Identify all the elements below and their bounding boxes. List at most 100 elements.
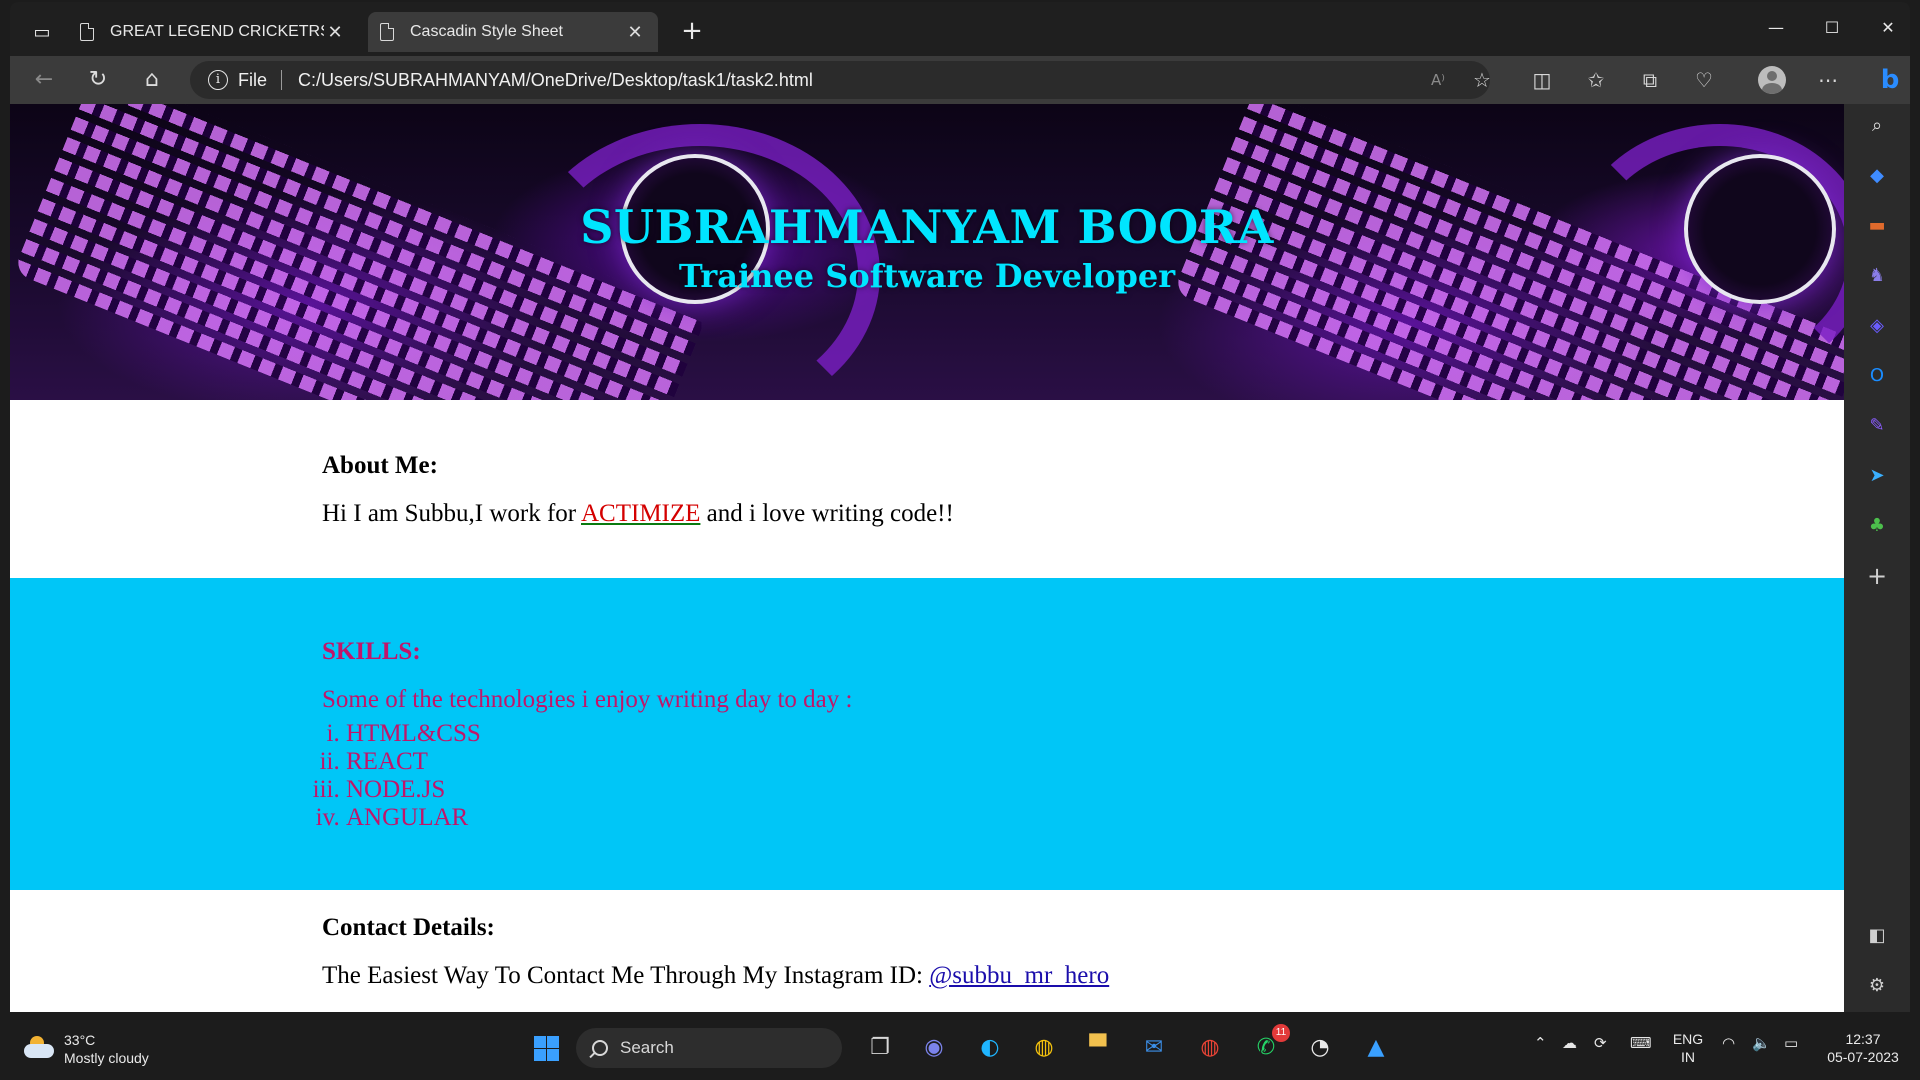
home-icon[interactable]: ⌂ xyxy=(134,64,170,96)
close-window-button[interactable]: ✕ xyxy=(1860,10,1910,46)
keyboard-icon[interactable]: ⌨ xyxy=(1630,1034,1652,1052)
company-link[interactable]: ACTIMIZE xyxy=(581,500,700,527)
copilot-icon[interactable]: ◈ xyxy=(1863,312,1891,340)
address-bar[interactable]: i File C:/Users/SUBRAHMANYAM/OneDrive/De… xyxy=(190,61,1490,99)
scheme-label: File xyxy=(238,69,268,90)
weather-condition: Mostly cloudy xyxy=(64,1050,149,1066)
drop-icon[interactable]: ✎ xyxy=(1863,412,1891,440)
hide-sidebar-icon[interactable]: ◧ xyxy=(1863,922,1891,950)
page-viewport: SUBRAHMANYAM BOORA Trainee Software Deve… xyxy=(10,104,1844,1012)
close-tab-icon[interactable]: ✕ xyxy=(324,22,346,43)
taskbar: 33°C Mostly cloudy Search ❐ ◉ ◐ ◍ ▀ ✉ ◍ … xyxy=(0,1016,1920,1080)
file-explorer-icon[interactable]: ▀ xyxy=(1078,1028,1118,1068)
chrome-icon[interactable]: ◍ xyxy=(1024,1028,1064,1068)
document-icon xyxy=(80,23,94,41)
photos-icon[interactable]: ▲ xyxy=(1356,1028,1396,1068)
back-arrow-icon[interactable]: ← xyxy=(26,64,62,96)
volume-icon[interactable]: 🔈 xyxy=(1752,1034,1771,1052)
browser-essentials-icon[interactable]: ♡ xyxy=(1688,66,1720,94)
hero-banner: SUBRAHMANYAM BOORA Trainee Software Deve… xyxy=(10,104,1844,400)
about-text: Hi I am Subbu,I work for ACTIMIZE and i … xyxy=(322,500,954,528)
skills-list: HTML&CSS REACT NODE.JS ANGULAR xyxy=(346,720,852,832)
about-text-start: Hi I am Subbu,I work for xyxy=(322,500,581,527)
send-icon[interactable]: ➤ xyxy=(1863,462,1891,490)
chrome-profile-icon[interactable]: ◍ xyxy=(1190,1028,1230,1068)
contact-text-start: The Easiest Way To Contact Me Through My… xyxy=(322,962,930,989)
wifi-icon[interactable]: ◠ xyxy=(1722,1034,1735,1052)
read-aloud-icon[interactable]: A⁾ xyxy=(1422,66,1454,94)
whatsapp-icon[interactable]: ✆ 11 xyxy=(1246,1024,1290,1068)
edge-icon[interactable]: ◐ xyxy=(970,1028,1010,1068)
tools-icon[interactable]: ▬ xyxy=(1863,212,1891,240)
shopping-tag-icon[interactable]: ◆ xyxy=(1863,162,1891,190)
page-subtitle: Trainee Software Developer xyxy=(678,257,1176,295)
onedrive-icon[interactable]: ☁ xyxy=(1562,1034,1577,1052)
weather-temp: 33°C xyxy=(64,1032,96,1048)
list-item: NODE.JS xyxy=(346,776,852,804)
search-label: Search xyxy=(620,1038,674,1057)
tab-actions-icon[interactable]: ▭ xyxy=(24,16,60,48)
split-screen-icon[interactable]: ◫ xyxy=(1526,66,1558,94)
list-item: REACT xyxy=(346,748,852,776)
clock-date: 05-07-2023 xyxy=(1827,1049,1899,1065)
search-icon[interactable]: ⌕ xyxy=(1863,112,1891,140)
skills-content: SKILLS: Some of the technologies i enjoy… xyxy=(322,638,852,832)
show-hidden-icons-chevron-icon[interactable]: ⌃ xyxy=(1534,1034,1547,1052)
more-options-icon[interactable]: ⋯ xyxy=(1812,66,1844,94)
notification-badge: 11 xyxy=(1272,1024,1290,1042)
bing-copilot-icon[interactable]: b xyxy=(1870,56,1910,104)
collections-icon[interactable]: ⧉ xyxy=(1634,66,1666,94)
taskbar-search[interactable]: Search xyxy=(576,1028,842,1068)
minimize-button[interactable]: — xyxy=(1748,10,1804,46)
tab-title: Cascadin Style Sheet xyxy=(410,23,563,40)
add-icon[interactable]: + xyxy=(1863,562,1891,590)
games-icon[interactable]: ♞ xyxy=(1863,262,1891,290)
start-button[interactable] xyxy=(526,1028,566,1068)
skills-heading: SKILLS: xyxy=(322,638,421,665)
weather-widget[interactable]: 33°C Mostly cloudy xyxy=(24,1030,174,1070)
browser-window: ▭ GREAT LEGEND CRICKETRS ✕ Cascadin Styl… xyxy=(10,2,1910,1012)
refresh-icon[interactable]: ↻ xyxy=(80,64,116,96)
outlook-icon[interactable]: O xyxy=(1863,362,1891,390)
contact-section: Contact Details: The Easiest Way To Cont… xyxy=(10,890,1844,1012)
battery-icon[interactable]: ▭ xyxy=(1784,1034,1798,1052)
info-icon[interactable]: i xyxy=(208,70,228,90)
task-view-icon[interactable]: ❐ xyxy=(860,1028,900,1068)
contact-content: Contact Details: The Easiest Way To Cont… xyxy=(322,914,1109,990)
url-text[interactable]: C:/Users/SUBRAHMANYAM/OneDrive/Desktop/t… xyxy=(298,70,813,91)
new-tab-button[interactable]: + xyxy=(676,16,708,48)
edge-sidebar: ⌕ ◆ ▬ ♞ ◈ O ✎ ➤ ♣ + ◧ ⚙ xyxy=(1844,104,1910,1012)
favorite-star-icon[interactable]: ☆ xyxy=(1466,66,1498,94)
profile-avatar[interactable] xyxy=(1758,66,1786,94)
browser-toolbar: ← ↻ ⌂ i File C:/Users/SUBRAHMANYAM/OneDr… xyxy=(10,56,1910,104)
list-item: ANGULAR xyxy=(346,804,852,832)
tab-title: GREAT LEGEND CRICKETRS xyxy=(110,23,324,40)
tab-css[interactable]: Cascadin Style Sheet ✕ xyxy=(368,12,658,52)
contact-text: The Easiest Way To Contact Me Through My… xyxy=(322,962,1109,990)
clock[interactable]: 12:37 05-07-2023 xyxy=(1820,1030,1906,1066)
clock-app-icon[interactable]: ◔ xyxy=(1300,1028,1340,1068)
settings-gear-icon[interactable]: ⚙ xyxy=(1863,972,1891,1000)
tree-icon[interactable]: ♣ xyxy=(1863,512,1891,540)
favorites-icon[interactable]: ✩ xyxy=(1580,66,1612,94)
about-section: About Me: Hi I am Subbu,I work for ACTIM… xyxy=(10,400,1844,578)
tab-strip: ▭ GREAT LEGEND CRICKETRS ✕ Cascadin Styl… xyxy=(10,2,1910,56)
close-tab-icon[interactable]: ✕ xyxy=(624,22,646,43)
instagram-link[interactable]: @subbu_mr_hero xyxy=(929,962,1109,989)
page-title: SUBRAHMANYAM BOORA xyxy=(580,200,1274,254)
clock-time: 12:37 xyxy=(1845,1031,1881,1047)
document-icon xyxy=(380,23,394,41)
skills-section: SKILLS: Some of the technologies i enjoy… xyxy=(10,578,1844,890)
contact-heading: Contact Details: xyxy=(322,914,495,941)
list-item: HTML&CSS xyxy=(346,720,852,748)
about-heading: About Me: xyxy=(322,452,438,479)
mail-icon[interactable]: ✉ xyxy=(1134,1028,1174,1068)
maximize-button[interactable]: ☐ xyxy=(1804,10,1860,46)
divider xyxy=(281,70,283,90)
tab-cricketers[interactable]: GREAT LEGEND CRICKETRS ✕ xyxy=(68,12,358,52)
skills-intro: Some of the technologies i enjoy writing… xyxy=(322,686,853,713)
sync-icon[interactable]: ⟳ xyxy=(1594,1034,1607,1052)
about-text-end: and i love writing code!! xyxy=(700,500,954,527)
input-language[interactable]: ENG IN xyxy=(1670,1030,1706,1066)
teams-chat-icon[interactable]: ◉ xyxy=(914,1028,954,1068)
